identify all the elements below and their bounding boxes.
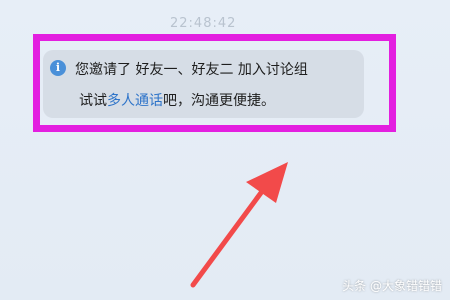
watermark-text: 头条 @大象错错错 — [342, 279, 442, 293]
highlight-annotation-box — [33, 34, 396, 132]
message-timestamp: 22:48:42 — [170, 16, 237, 31]
